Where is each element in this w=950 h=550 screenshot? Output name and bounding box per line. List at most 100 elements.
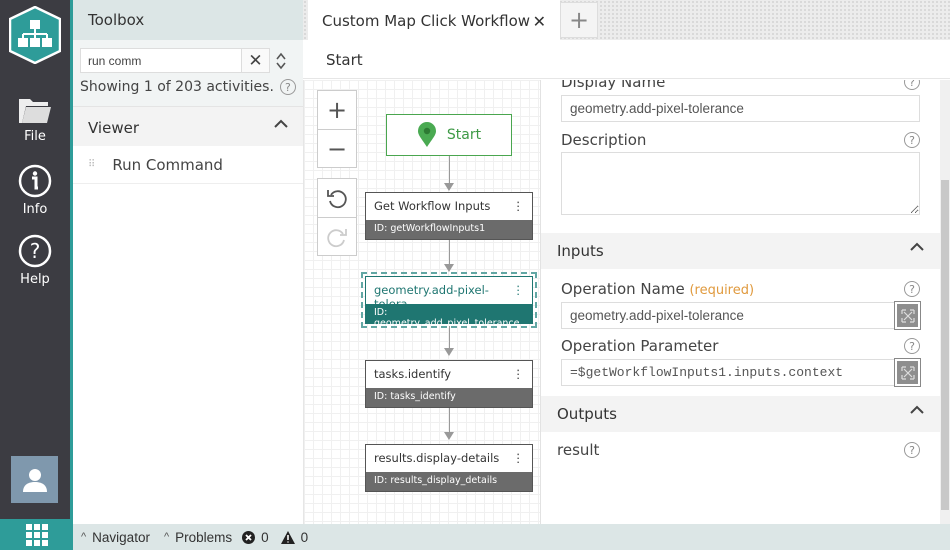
zoom-out-button[interactable]: − [318, 129, 356, 167]
scrollbar-thumb[interactable] [941, 180, 949, 510]
expand-collapse-button[interactable] [270, 48, 292, 73]
workflow-node[interactable]: Get Workflow Inputs ⋮ ID: getWorkflowInpu… [365, 192, 533, 240]
rail-item-info[interactable]: Info [0, 164, 70, 217]
navigator-toggle[interactable]: Navigator [92, 530, 150, 545]
more-options-icon[interactable]: ⋮ [513, 451, 525, 466]
app-logo[interactable] [8, 5, 62, 65]
node-title: results.display-details [374, 451, 500, 465]
drag-handle-icon[interactable]: ⠿ [88, 159, 96, 170]
operation-parameter-input[interactable] [561, 359, 895, 386]
user-avatar[interactable] [11, 456, 58, 503]
properties-scrollbar[interactable] [940, 80, 950, 524]
help-icon[interactable]: ? [904, 80, 920, 90]
toolbox-title: Toolbox [73, 0, 303, 40]
breadcrumb-item[interactable]: Start [326, 51, 363, 69]
node-title: geometry.add-pixel-tolera... [374, 283, 489, 311]
toolbox-section-viewer[interactable]: Viewer [73, 106, 303, 146]
display-name-input[interactable] [561, 95, 920, 122]
help-icon: ? [18, 234, 52, 268]
inputs-section-header[interactable]: Inputs [541, 233, 940, 269]
help-icon[interactable]: ? [904, 281, 920, 297]
help-icon[interactable]: ? [904, 132, 920, 148]
output-item: result? [541, 432, 940, 459]
history-controls [317, 178, 357, 256]
toolbox-search-input[interactable] [80, 48, 242, 73]
node-id: ID: getWorkflowInputs1 [366, 220, 532, 239]
user-icon [22, 468, 47, 492]
required-indicator: (required) [689, 283, 755, 298]
chevron-up-icon [274, 119, 288, 128]
expand-icon [900, 308, 915, 323]
start-label: Start [446, 127, 482, 143]
more-options-icon[interactable]: ⋮ [513, 283, 525, 298]
output-name: result [557, 441, 600, 459]
value-picker-button[interactable] [894, 358, 921, 387]
display-name-label: Display Name [561, 80, 666, 91]
workflow-node-selected[interactable]: geometry.add-pixel-tolera... ⋮ ID: geomet… [361, 272, 537, 329]
description-textarea[interactable] [561, 152, 920, 215]
value-picker-button[interactable] [894, 301, 921, 330]
connector [449, 326, 450, 350]
chevron-up-icon [910, 242, 924, 251]
rail-item-help[interactable]: ? Help [0, 234, 70, 287]
app-rail: File Info ? Help [0, 0, 70, 550]
warning-icon [280, 530, 295, 544]
properties-panel: Display Name? Description? Inputs Operat… [540, 80, 940, 524]
toolbox-panel: Toolbox ✕ Showing 1 of 203 activities.? … [73, 0, 303, 524]
help-icon[interactable]: ? [904, 338, 920, 354]
connector [449, 408, 450, 434]
display-name-label-row: Display Name? [561, 80, 920, 91]
connector-arrow [444, 183, 454, 191]
toolbox-item-run-command[interactable]: ⠿ Run Command [73, 146, 303, 184]
undo-button[interactable] [318, 179, 356, 217]
tab-custom-map-click-workflow[interactable]: Custom Map Click Workflow ✕ [308, 0, 560, 40]
more-options-icon[interactable]: ⋮ [513, 199, 525, 214]
minus-icon: − [326, 134, 348, 163]
help-icon[interactable]: ? [904, 442, 920, 458]
tab-bar: Custom Map Click Workflow ✕ + [303, 0, 950, 40]
warning-count: 0 [300, 529, 309, 545]
plus-icon: + [326, 96, 348, 124]
add-tab-button[interactable]: + [560, 2, 598, 38]
breadcrumb[interactable]: Start [303, 40, 950, 79]
rail-item-file[interactable]: File [0, 97, 70, 144]
rail-item-label: File [24, 129, 46, 144]
node-id: ID: results_display_details [366, 472, 532, 491]
toolbox-item-label: Run Command [112, 155, 223, 174]
redo-button[interactable] [318, 217, 356, 255]
rail-item-label: Info [22, 202, 48, 217]
connector-arrow [444, 264, 454, 272]
node-title: tasks.identify [374, 367, 452, 381]
workflow-canvas[interactable]: + − Start Get Workflow Inputs ⋮ ID: getWo… [303, 80, 540, 524]
connector [449, 156, 450, 184]
node-title: Get Workflow Inputs [374, 199, 491, 213]
workflow-node[interactable]: results.display-details ⋮ ID: results_dis… [365, 444, 533, 492]
close-icon: ✕ [248, 50, 263, 71]
folder-icon [19, 99, 51, 123]
rail-item-label: Help [20, 272, 50, 287]
info-icon [18, 164, 52, 198]
grid-icon [25, 523, 48, 546]
clear-search-button[interactable]: ✕ [242, 48, 270, 73]
more-options-icon[interactable]: ⋮ [513, 367, 525, 382]
problems-toggle[interactable]: Problems [175, 530, 232, 545]
start-node[interactable]: Start [386, 114, 512, 156]
svg-text:?: ? [30, 239, 41, 263]
close-tab-icon[interactable]: ✕ [533, 12, 546, 31]
connector-arrow [444, 432, 454, 440]
redo-icon [327, 228, 347, 247]
operation-name-input[interactable] [561, 302, 895, 329]
section-title: Inputs [557, 242, 604, 260]
map-pin-icon [417, 122, 436, 147]
chevron-up-icon [910, 405, 924, 414]
apps-grid-button[interactable] [0, 519, 73, 550]
chevron-up-icon: ^ [163, 531, 170, 543]
activity-count: Showing 1 of 203 activities. [80, 79, 274, 95]
connector [449, 240, 450, 266]
chevron-up-icon: ^ [81, 531, 87, 543]
workflow-node[interactable]: tasks.identify ⋮ ID: tasks_identify [365, 360, 533, 408]
help-icon[interactable]: ? [279, 79, 296, 95]
zoom-in-button[interactable]: + [318, 91, 356, 129]
section-title: Outputs [557, 405, 617, 423]
outputs-section-header[interactable]: Outputs [541, 396, 940, 432]
